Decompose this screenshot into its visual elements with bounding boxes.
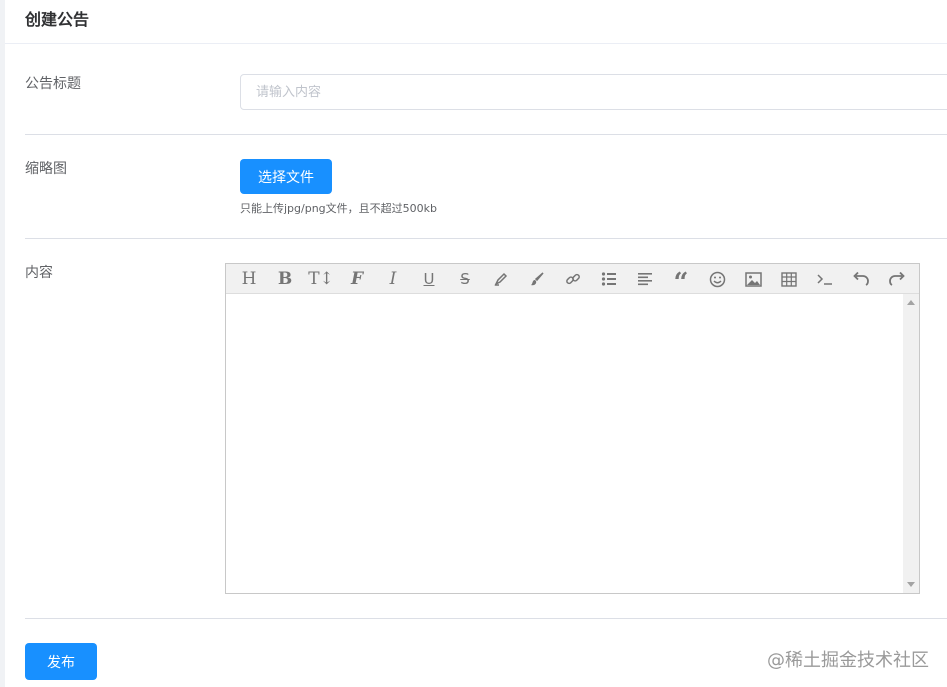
page-header: 创建公告	[5, 0, 947, 44]
undo-icon[interactable]	[846, 267, 876, 291]
code-icon[interactable]	[810, 267, 840, 291]
editor-content-area[interactable]	[226, 294, 903, 593]
title-input[interactable]	[240, 74, 947, 110]
image-icon[interactable]	[738, 267, 768, 291]
table-icon[interactable]	[774, 267, 804, 291]
editor-scrollbar[interactable]	[903, 294, 919, 593]
divider	[25, 238, 947, 239]
rich-text-editor: H B T↕ F I U S “	[225, 263, 920, 594]
scroll-up-icon[interactable]	[907, 300, 915, 305]
page-title: 创建公告	[25, 10, 90, 29]
font-family-icon[interactable]: F	[342, 267, 372, 291]
scroll-down-icon[interactable]	[907, 582, 915, 587]
publish-button[interactable]: 发布	[25, 643, 97, 680]
underline-icon[interactable]: U	[414, 267, 444, 291]
link-icon[interactable]	[558, 267, 588, 291]
thumbnail-label: 缩略图	[25, 161, 67, 177]
quote-icon[interactable]: “	[666, 267, 696, 296]
redo-icon[interactable]	[882, 267, 912, 291]
create-announcement-page: 创建公告 公告标题 缩略图 选择文件 只能上传jpg/png文件，且不超过500…	[0, 0, 947, 687]
divider	[25, 134, 947, 135]
text-color-icon[interactable]	[486, 267, 516, 291]
background-color-icon[interactable]	[522, 267, 552, 291]
italic-icon[interactable]: I	[378, 267, 408, 291]
justify-icon[interactable]	[630, 267, 660, 291]
choose-file-button[interactable]: 选择文件	[240, 159, 332, 194]
watermark: @稀土掘金技术社区	[767, 650, 929, 671]
upload-tip: 只能上传jpg/png文件，且不超过500kb	[240, 202, 438, 215]
bold-icon[interactable]: B	[270, 267, 300, 291]
strikethrough-icon[interactable]: S	[450, 267, 480, 291]
divider	[25, 618, 947, 619]
font-size-icon[interactable]: T↕	[306, 267, 336, 291]
emoticon-icon[interactable]	[702, 267, 732, 291]
title-label: 公告标题	[25, 76, 81, 92]
content-label: 内容	[25, 265, 53, 281]
list-icon[interactable]	[594, 267, 624, 291]
editor-toolbar: H B T↕ F I U S “	[226, 264, 919, 296]
heading-icon[interactable]: H	[234, 267, 264, 291]
